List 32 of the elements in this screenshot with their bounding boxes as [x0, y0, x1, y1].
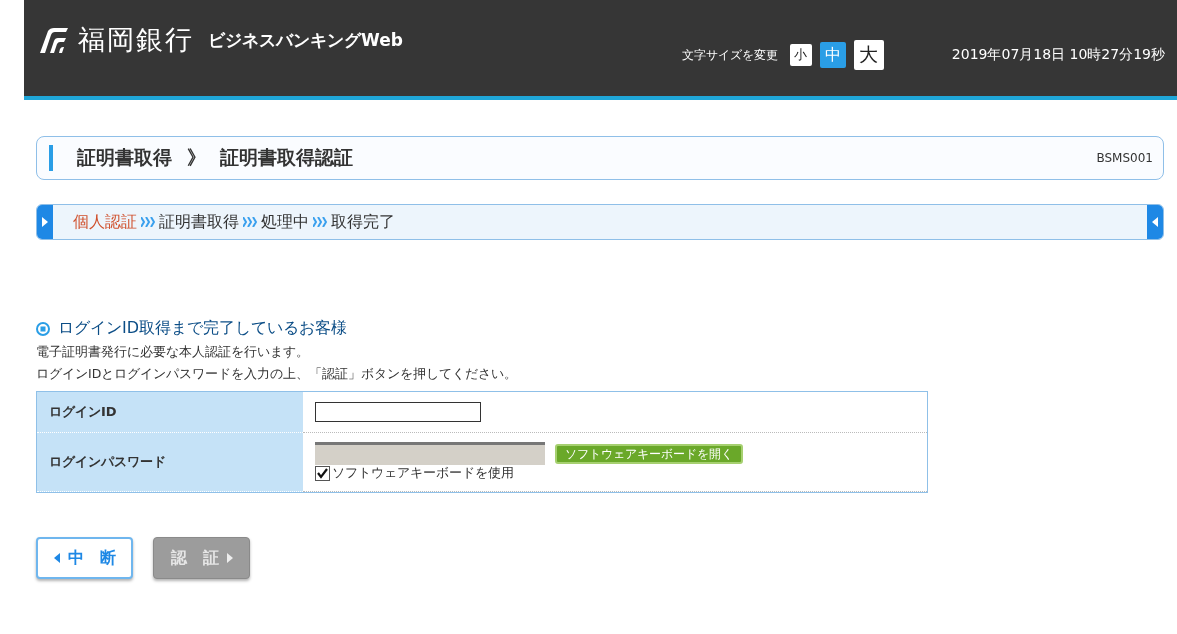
accent-bar — [49, 145, 53, 171]
chevron-icon — [313, 217, 327, 227]
screen-id: BSMS001 — [1096, 151, 1153, 165]
chevron-icon — [243, 217, 257, 227]
font-size-label: 文字サイズを変更 — [681, 46, 778, 64]
instruction-text: ログインIDとログインパスワードを入力の上、「認証」ボタンを押してください。 — [36, 366, 519, 383]
datetime: 2019年07月18日 10時27分19秒 — [951, 46, 1165, 64]
checkbox-label: ソフトウェアキーボードを使用 — [332, 465, 514, 482]
step-label: 処理中 — [261, 211, 309, 233]
section-heading: ログインID取得まで完了しているお客様 — [58, 318, 348, 339]
step-label: 証明書取得 — [159, 211, 239, 233]
logo-icon — [38, 27, 68, 53]
font-size-button[interactable]: 中 — [819, 42, 846, 68]
font-size-button[interactable]: 大 — [853, 40, 884, 70]
bank-name: 福岡銀行 — [78, 23, 194, 57]
right-triangle-icon — [226, 553, 233, 563]
page-title: 証明書取得 》 証明書取得認証 — [77, 145, 354, 170]
left-triangle-icon — [53, 553, 60, 563]
left-triangle-icon — [1152, 217, 1158, 227]
field-label: ログインパスワード — [37, 433, 303, 492]
field-label: ログインID — [37, 392, 303, 433]
right-triangle-icon — [42, 217, 48, 227]
step-label: 取得完了 — [331, 211, 395, 233]
service-name: ビジネスバンキングWeb — [208, 28, 403, 52]
bullet-icon — [36, 321, 50, 336]
step-label: 個人認証 — [73, 211, 137, 233]
instruction-text: 電子証明書発行に必要な本人認証を行います。 — [36, 344, 310, 361]
font-size-button[interactable]: 小 — [789, 44, 812, 66]
checkmark-icon — [317, 468, 328, 479]
login-id-input[interactable] — [315, 402, 481, 422]
cancel-button[interactable]: 中 断 — [36, 537, 133, 579]
chevron-icon — [141, 217, 155, 227]
